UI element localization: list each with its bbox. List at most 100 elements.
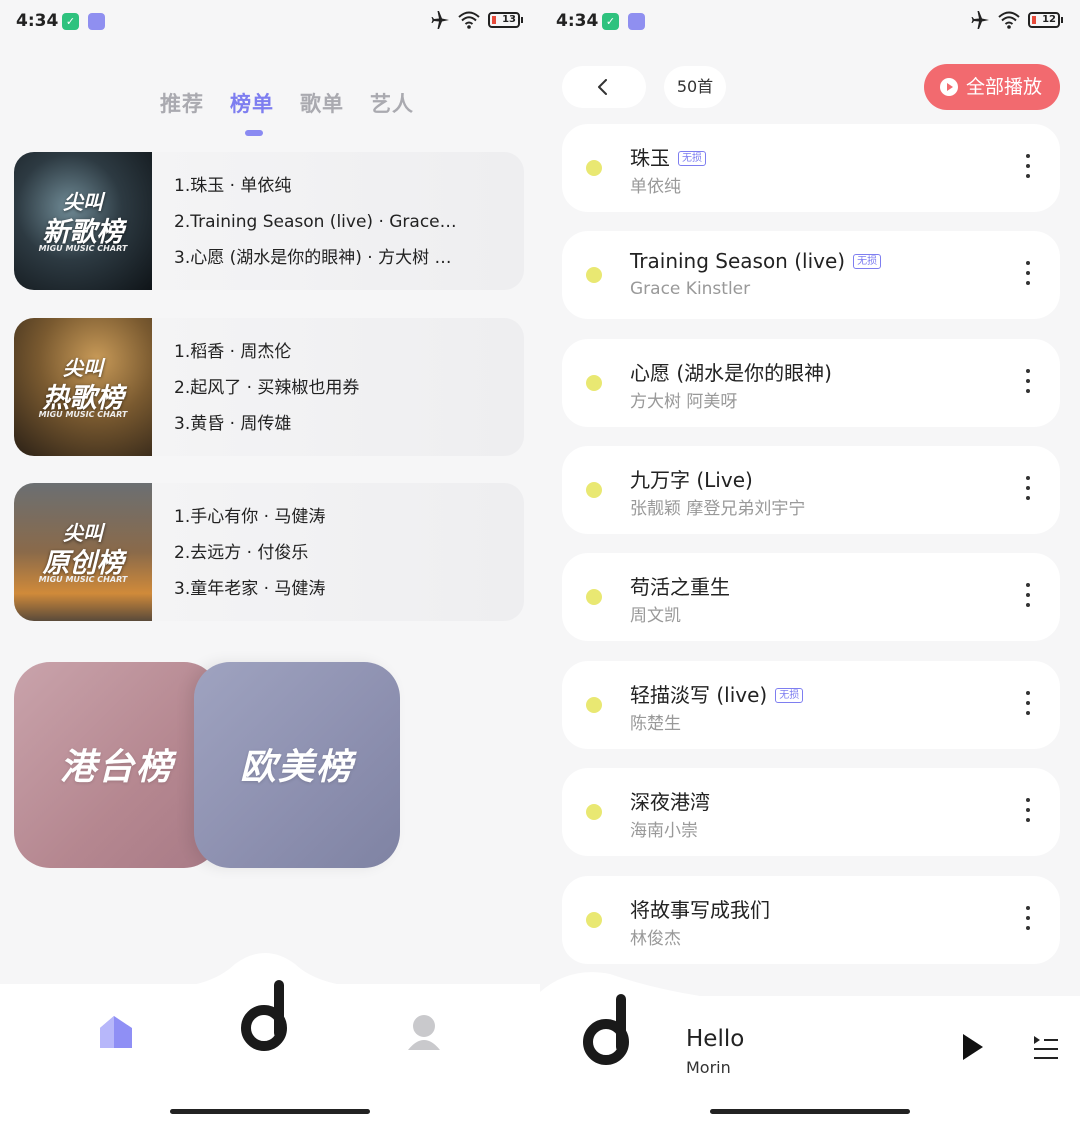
song-count: 50首 <box>664 66 726 108</box>
more-vertical-icon[interactable] <box>1026 154 1030 182</box>
lossless-badge: 无损 <box>853 254 882 269</box>
play-circle-icon <box>940 78 958 96</box>
song-dot-icon <box>586 482 602 498</box>
chart-card-original[interactable]: 尖叫 原创榜 MIGU MUSIC CHART 1.手心有你 · 马健涛 2.去… <box>14 483 524 621</box>
home-icon[interactable] <box>96 1012 136 1052</box>
chart-song: 3.黄昏 · 周传雄 <box>174 414 292 434</box>
more-vertical-icon[interactable] <box>1026 369 1030 397</box>
song-row[interactable]: 珠玉 无损 单依纯 <box>562 124 1060 212</box>
song-title: 深夜港湾 <box>630 790 710 814</box>
mini-player[interactable] <box>540 972 1080 1124</box>
chart-song: 2.去远方 · 付俊乐 <box>174 543 309 563</box>
chart-song: 3.心愿 (湖水是你的眼神) · 方大树 … <box>174 248 452 268</box>
back-button[interactable] <box>562 66 646 108</box>
status-time: 4:34 <box>556 11 599 31</box>
song-title: 苟活之重生 <box>630 575 730 599</box>
chart-song: 3.童年老家 · 马健涛 <box>174 579 326 599</box>
song-row[interactable]: Training Season (live) 无损 Grace Kinstler <box>562 231 1060 319</box>
tile-label: 港台榜 <box>59 747 174 788</box>
tile-label: 欧美榜 <box>239 747 354 788</box>
song-dot-icon <box>586 804 602 820</box>
chart-song: 2.起风了 · 买辣椒也用券 <box>174 378 360 398</box>
wifi-icon <box>998 11 1020 29</box>
home-indicator <box>170 1109 370 1114</box>
lossless-badge: 无损 <box>678 151 706 166</box>
profile-icon[interactable] <box>404 1012 444 1052</box>
cover-subtitle: MIGU MUSIC CHART <box>38 575 128 584</box>
tab-recommend[interactable]: 推荐 <box>160 88 204 118</box>
song-row[interactable]: 深夜港湾 海南小崇 <box>562 768 1060 856</box>
shield-icon: ✓ <box>62 13 79 30</box>
tab-charts[interactable]: 榜单 <box>230 88 274 118</box>
play-all-button[interactable]: 全部播放 <box>924 64 1060 110</box>
song-dot-icon <box>586 589 602 605</box>
more-vertical-icon[interactable] <box>1026 583 1030 611</box>
app-badge-icon <box>628 13 645 30</box>
chart-song: 1.稻香 · 周杰伦 <box>174 342 292 362</box>
play-icon[interactable] <box>960 1032 986 1062</box>
chart-top-songs: 1.珠玉 · 单依纯 2.Training Season (live) · Gr… <box>174 174 484 282</box>
song-artist: 周文凯 <box>630 606 681 626</box>
tab-indicator <box>245 130 263 136</box>
chart-card-hot[interactable]: 尖叫 热歌榜 MIGU MUSIC CHART 1.稻香 · 周杰伦 2.起风了… <box>14 318 524 456</box>
song-artist: Grace Kinstler <box>630 279 751 299</box>
airplane-icon <box>431 11 449 29</box>
chart-cover-original: 尖叫 原创榜 MIGU MUSIC CHART <box>14 483 152 621</box>
chart-cover-new: 尖叫 新歌榜 MIGU MUSIC CHART <box>14 152 152 290</box>
song-row[interactable]: 九万字 (Live) 张靓颖 摩登兄弟刘宇宁 <box>562 446 1060 534</box>
status-time: 4:34 <box>16 11 59 31</box>
song-row[interactable]: 苟活之重生 周文凯 <box>562 553 1060 641</box>
chart-card-new[interactable]: 尖叫 新歌榜 MIGU MUSIC CHART 1.珠玉 · 单依纯 2.Tra… <box>14 152 524 290</box>
chart-song: 1.珠玉 · 单依纯 <box>174 176 292 196</box>
chart-song: 1.手心有你 · 马健涛 <box>174 507 326 527</box>
tab-playlists[interactable]: 歌单 <box>300 88 344 118</box>
battery-icon: 13 <box>488 12 523 28</box>
song-title: 轻描淡写 (live) <box>630 683 768 707</box>
chart-top-songs: 1.稻香 · 周杰伦 2.起风了 · 买辣椒也用券 3.黄昏 · 周传雄 <box>174 340 484 448</box>
more-vertical-icon[interactable] <box>1026 798 1030 826</box>
battery-level: 12 <box>1042 14 1056 25</box>
song-title: 将故事写成我们 <box>630 898 770 922</box>
app-logo-icon[interactable] <box>238 976 294 1056</box>
chart-detail-screen: 4:34 ✓ 12 50首 全部播放 珠玉 无损 单依纯 Training Sea… <box>540 0 1080 1124</box>
song-dot-icon <box>586 375 602 391</box>
shield-icon: ✓ <box>602 13 619 30</box>
song-artist: 林俊杰 <box>630 929 681 949</box>
song-title: 珠玉 <box>630 146 670 170</box>
chart-cover-hot: 尖叫 热歌榜 MIGU MUSIC CHART <box>14 318 152 456</box>
bottom-navigation <box>0 953 540 1124</box>
chart-tile-hk-tw[interactable]: 港台榜 <box>14 662 220 868</box>
category-tabs: 推荐 榜单 歌单 艺人 <box>160 88 414 118</box>
song-dot-icon <box>586 912 602 928</box>
chart-tile-western[interactable]: 欧美榜 <box>194 662 400 868</box>
more-vertical-icon[interactable] <box>1026 261 1030 289</box>
status-bar: 4:34 ✓ 13 <box>0 0 540 44</box>
play-all-label: 全部播放 <box>966 76 1043 98</box>
home-indicator <box>710 1109 910 1114</box>
more-vertical-icon[interactable] <box>1026 906 1030 934</box>
song-title: 九万字 (Live) <box>630 468 753 492</box>
playlist-queue-icon[interactable] <box>1032 1034 1060 1062</box>
tab-artists[interactable]: 艺人 <box>370 88 414 118</box>
song-row[interactable]: 心愿 (湖水是你的眼神) 方大树 阿美呀 <box>562 339 1060 427</box>
song-artist: 海南小崇 <box>630 821 698 841</box>
more-vertical-icon[interactable] <box>1026 476 1030 504</box>
wifi-icon <box>458 11 480 29</box>
app-badge-icon <box>88 13 105 30</box>
song-row[interactable]: 将故事写成我们 林俊杰 <box>562 876 1060 964</box>
now-playing-artist: Morin <box>686 1058 731 1077</box>
chart-song: 2.Training Season (live) · Grace… <box>174 212 457 232</box>
now-playing-title[interactable]: Hello <box>686 1026 744 1052</box>
battery-level: 13 <box>502 14 516 25</box>
song-artist: 张靓颖 摩登兄弟刘宇宁 <box>630 499 806 519</box>
more-vertical-icon[interactable] <box>1026 691 1030 719</box>
lossless-badge: 无损 <box>775 688 804 703</box>
song-artist: 方大树 阿美呀 <box>630 392 738 412</box>
battery-icon: 12 <box>1028 12 1063 28</box>
airplane-icon <box>971 11 989 29</box>
status-bar: 4:34 ✓ 12 <box>540 0 1080 44</box>
song-artist: 单依纯 <box>630 177 681 197</box>
chevron-left-icon <box>598 79 607 95</box>
app-logo-icon[interactable] <box>580 990 636 1070</box>
song-row[interactable]: 轻描淡写 (live) 无损 陈楚生 <box>562 661 1060 749</box>
